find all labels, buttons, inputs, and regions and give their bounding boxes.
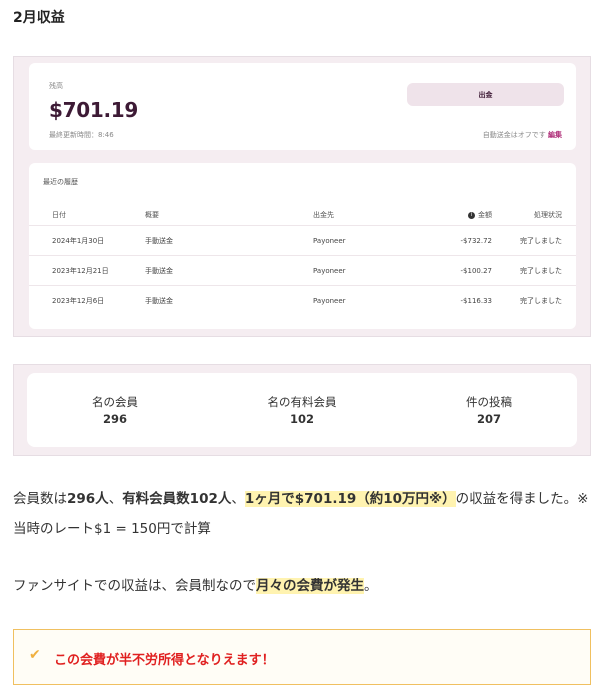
last-updated-text: 最終更新時間：8:46 [49, 131, 114, 139]
member-count: 296人 [67, 491, 109, 507]
text: 、 [108, 491, 123, 507]
stat-value: 296 [102, 412, 127, 426]
column-amount-label: 金額 [478, 211, 492, 219]
table-row[interactable]: 2024年1月30日 手動送金 Payoneer -$732.72 完了しました [29, 225, 576, 255]
text: ファンサイトでの収益は、会員制なので [13, 578, 256, 594]
column-date: 日付 [52, 211, 66, 219]
highlight-fee: 月々の会費が発生 [256, 578, 364, 594]
row-summary: 手動送金 [145, 266, 173, 275]
text: 会員数は [13, 491, 67, 507]
row-date: 2024年1月30日 [52, 236, 105, 245]
stat-posts: 件の投稿 207 [414, 394, 564, 426]
row-status: 完了しました [520, 266, 562, 275]
stat-paid-members: 名の有料会員 102 [227, 394, 377, 426]
row-status: 完了しました [520, 236, 562, 245]
stats-screenshot: 名の会員 296 名の有料会員 102 件の投稿 207 [13, 364, 591, 456]
row-destination: Payoneer [313, 266, 346, 275]
row-date: 2023年12月6日 [52, 296, 105, 305]
stat-label: 名の会員 [92, 395, 138, 409]
column-amount: i 金額 [468, 210, 492, 220]
table-row[interactable]: 2023年12月6日 手動送金 Payoneer -$116.33 完了しました [29, 285, 576, 315]
earnings-dashboard-screenshot: 残高 $701.19 最終更新時間：8:46 出金 自動送金はオフです 編集 最… [13, 56, 591, 337]
row-date: 2023年12月21日 [52, 266, 109, 275]
highlight-earnings: 1ヶ月で$701.19（約10万円※） [244, 491, 456, 507]
table-row[interactable]: 2023年12月21日 手動送金 Payoneer -$100.27 完了しまし… [29, 255, 576, 285]
auto-transfer-text: 自動送金はオフです [482, 131, 546, 139]
row-amount: -$732.72 [460, 236, 492, 245]
text: 。 [364, 578, 378, 594]
column-destination: 出金先 [313, 211, 334, 219]
balance-label: 残高 [49, 82, 63, 90]
column-status: 処理状況 [534, 211, 562, 219]
stat-value: 102 [289, 412, 314, 426]
row-destination: Payoneer [313, 236, 346, 245]
history-card: 最近の履歴 日付 概要 出金先 i 金額 処理状況 2024年1月30日 手動送金… [29, 163, 576, 329]
row-amount: -$100.27 [460, 266, 492, 275]
text: 、 [231, 491, 245, 507]
stat-label: 件の投稿 [466, 395, 512, 409]
balance-card: 残高 $701.19 最終更新時間：8:46 出金 自動送金はオフです 編集 [29, 63, 576, 150]
row-summary: 手動送金 [145, 296, 173, 305]
stats-card: 名の会員 296 名の有料会員 102 件の投稿 207 [27, 373, 577, 447]
earnings-paragraph: 会員数は296人、有料会員数102人、1ヶ月で$701.19（約10万円※）の収… [13, 484, 593, 544]
history-table-header: 日付 概要 出金先 i 金額 処理状況 [29, 205, 576, 225]
stat-members: 名の会員 296 [40, 394, 190, 426]
callout-box: ✔ この会費が半不労所得となりえます！ [13, 629, 591, 685]
membership-paragraph: ファンサイトでの収益は、会員制なので月々の会費が発生。 [13, 571, 593, 601]
stat-label: 名の有料会員 [267, 395, 337, 409]
section-heading: 2月収益 [13, 10, 65, 26]
edit-link[interactable]: 編集 [548, 131, 562, 139]
auto-transfer-status: 自動送金はオフです 編集 [483, 130, 562, 140]
row-summary: 手動送金 [145, 236, 173, 245]
column-summary: 概要 [145, 211, 159, 219]
withdraw-button[interactable]: 出金 [407, 83, 564, 106]
row-status: 完了しました [520, 296, 562, 305]
row-amount: -$116.33 [460, 296, 492, 305]
paid-member-count: 有料会員数102人 [122, 491, 232, 507]
check-icon: ✔ [29, 647, 41, 663]
row-destination: Payoneer [313, 296, 346, 305]
balance-amount: $701.19 [49, 98, 138, 122]
callout-message: この会費が半不労所得となりえます！ [54, 653, 275, 668]
info-icon[interactable]: i [468, 211, 475, 219]
stat-value: 207 [476, 412, 501, 426]
history-title: 最近の履歴 [43, 178, 78, 186]
